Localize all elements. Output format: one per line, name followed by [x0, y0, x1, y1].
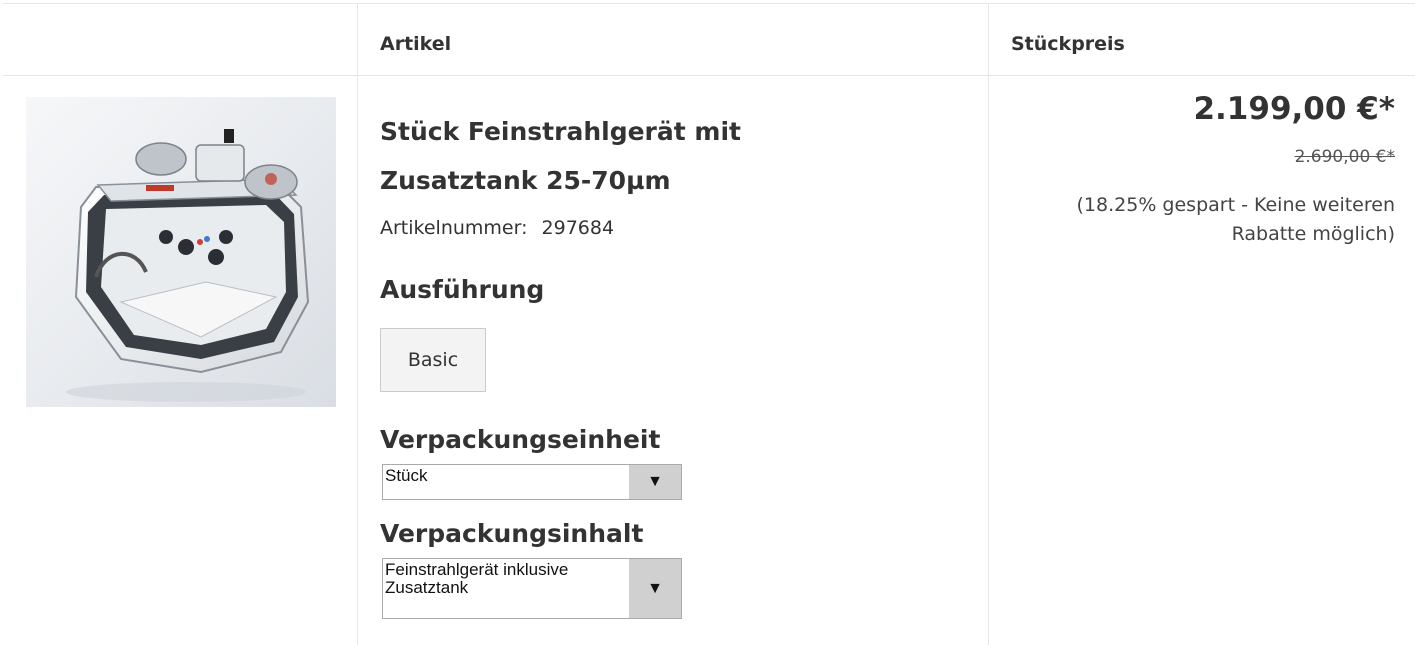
unit-price: 2.199,00 €*: [1193, 91, 1395, 127]
old-price: 2.690,00 €*: [1294, 147, 1395, 167]
column-divider-1: [357, 3, 358, 645]
packaging-content-heading: Verpackungsinhalt: [380, 519, 644, 548]
header-article: Artikel: [380, 33, 452, 55]
product-image[interactable]: [26, 97, 336, 407]
sandblaster-unit-icon: [66, 129, 310, 402]
product-title[interactable]: Stück Feinstrahlgerät mit Zusatztank 25-…: [380, 107, 860, 205]
packaging-unit-value: Stück: [385, 466, 428, 485]
variant-heading: Ausführung: [380, 275, 545, 304]
packaging-unit-select[interactable]: Stück ▼: [382, 464, 682, 500]
packaging-content-value: Feinstrahlgerät inklusive Zusatztank: [385, 560, 569, 597]
variant-option-button[interactable]: Basic: [380, 328, 486, 392]
article-number-label: Artikelnummer:: [380, 217, 528, 239]
packaging-content-select[interactable]: Feinstrahlgerät inklusive Zusatztank ▼: [382, 558, 682, 619]
header-unit-price: Stückpreis: [1011, 33, 1125, 55]
article-number-row: Artikelnummer: 297684: [380, 217, 614, 239]
article-number: 297684: [541, 217, 615, 239]
chevron-down-icon: ▼: [629, 559, 681, 618]
chevron-down-icon: ▼: [629, 465, 681, 499]
packaging-unit-heading: Verpackungseinheit: [380, 425, 661, 454]
column-divider-2: [988, 3, 989, 645]
table-top-border: [3, 3, 1415, 4]
savings-note: (18.25% gespart - Keine weiteren Rabatte…: [1076, 194, 1395, 245]
header-divider: [3, 75, 1415, 76]
cart-table: Artikel Stückpreis Stück Feinstrahlgerät…: [3, 3, 1415, 645]
